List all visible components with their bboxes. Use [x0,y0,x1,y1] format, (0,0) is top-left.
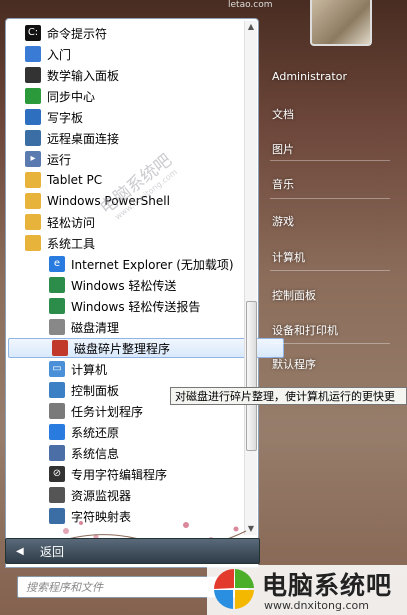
program-item-label: 写字板 [47,110,84,125]
games-link[interactable]: 游戏 [272,213,294,229]
all-programs-panel: C: 命令提示符入门数学输入面板 同步中心写字板远程桌面连接 ▸ 运行 Tablet PC… [5,18,284,568]
program-item[interactable]: ▭ 计算机 [6,359,284,379]
tooltip: 对磁盘进行碎片整理，使计算机运行的更快更 [170,387,407,405]
folder-icon [25,172,41,188]
run-icon: ▸ [25,151,41,167]
ie-icon: e [49,256,65,272]
program-item[interactable]: 磁盘清理 [6,317,284,337]
menu-separator [270,160,390,161]
program-item-label: 磁盘碎片整理程序 [74,341,171,356]
folder-icon [25,214,41,230]
program-item-label: Internet Explorer (无加载项) [71,257,234,272]
program-item[interactable]: Windows 轻松传送 [6,275,284,295]
program-item[interactable]: 写字板 [6,107,260,127]
folder-icon [25,193,41,209]
program-item-label: Windows 轻松传送报告 [71,299,201,314]
program-item[interactable]: ⊘ 专用字符编辑程序 [6,464,284,484]
getting-started-icon [25,46,41,62]
user-name-link[interactable]: Administrator [272,70,347,83]
control-panel-icon [49,382,65,398]
program-item[interactable]: 同步中心 [6,86,260,106]
program-item-label: 远程桌面连接 [47,131,120,146]
program-item[interactable]: 系统还原 [6,422,284,442]
remote-desktop-icon [25,130,41,146]
program-item-label: 同步中心 [47,89,96,104]
user-avatar[interactable] [310,0,372,46]
system-restore-icon [49,424,65,440]
program-item-label: 系统工具 [47,236,96,251]
program-item-label: 控制面板 [71,383,120,398]
scroll-thumb[interactable] [246,301,257,451]
pictures-link[interactable]: 图片 [272,141,294,157]
program-item[interactable]: e Internet Explorer (无加载项) [6,254,284,274]
computer-icon: ▭ [49,361,65,377]
program-item[interactable]: 轻松访问 [6,212,260,232]
sync-center-icon [25,88,41,104]
program-item-label: 计算机 [71,362,108,377]
easy-transfer-icon [49,277,65,293]
program-item[interactable]: ▸ 运行 [6,149,260,169]
site-tag: letao.com [228,0,273,10]
devices-printers-link[interactable]: 设备和打印机 [272,322,338,338]
system-info-icon [49,445,65,461]
math-input-icon [25,67,41,83]
program-item[interactable]: Windows 轻松传送报告 [6,296,284,316]
program-item-label: 轻松访问 [47,215,96,230]
back-label: 返回 [40,544,65,559]
program-item-label: Tablet PC [47,173,103,187]
resource-monitor-icon [49,487,65,503]
menu-separator [270,198,390,199]
char-editor-icon: ⊘ [49,466,65,482]
program-list: C: 命令提示符入门数学输入面板 同步中心写字板远程桌面连接 ▸ 运行 Tablet PC… [6,19,284,539]
program-item[interactable]: 远程桌面连接 [6,128,260,148]
scroll-up-arrow-icon[interactable]: ▲ [245,21,257,33]
program-item-selected[interactable]: 磁盘碎片整理程序 [8,338,284,358]
defrag-icon [52,340,68,356]
control-panel-link[interactable]: 控制面板 [272,287,316,303]
cmd-icon: C: [25,25,41,41]
menu-separator [270,270,390,271]
program-item-label: 入门 [47,47,72,62]
program-item[interactable]: 系统信息 [6,443,284,463]
program-item[interactable]: C: 命令提示符 [6,23,260,43]
logo-title: 电脑系统吧 [262,571,393,600]
program-item[interactable]: 系统工具 [6,233,260,253]
back-button[interactable]: ◀ 返回 [5,538,260,564]
music-link[interactable]: 音乐 [272,176,294,192]
program-item-label: Windows 轻松传送 [71,278,177,293]
program-item[interactable]: 入门 [6,44,260,64]
program-item-label: 磁盘清理 [71,320,120,335]
program-item-label: 任务计划程序 [71,404,144,419]
program-item-label: 专用字符编辑程序 [71,467,168,482]
program-item[interactable]: 资源监视器 [6,485,284,505]
disk-cleanup-icon [49,319,65,335]
documents-link[interactable]: 文档 [272,106,294,122]
program-item-label: 命令提示符 [47,26,108,41]
program-item-label: 资源监视器 [71,488,132,503]
wordpad-icon [25,109,41,125]
logo-url: www.dnxitong.com [264,599,369,612]
task-scheduler-icon [49,403,65,419]
scrollbar[interactable]: ▲ ▼ [244,21,257,535]
program-item-label: 系统信息 [71,446,120,461]
program-item[interactable]: 数学输入面板 [6,65,260,85]
default-programs-link[interactable]: 默认程序 [272,356,316,372]
back-arrow-icon: ◀ [16,545,24,557]
windows-logo-icon [214,569,254,609]
program-item-label: 数学输入面板 [47,68,120,83]
easy-transfer-report-icon [49,298,65,314]
menu-separator [270,343,390,344]
folder-icon [25,235,41,251]
program-item-label: 系统还原 [71,425,120,440]
program-item-label: 运行 [47,152,72,167]
computer-link[interactable]: 计算机 [272,249,305,265]
